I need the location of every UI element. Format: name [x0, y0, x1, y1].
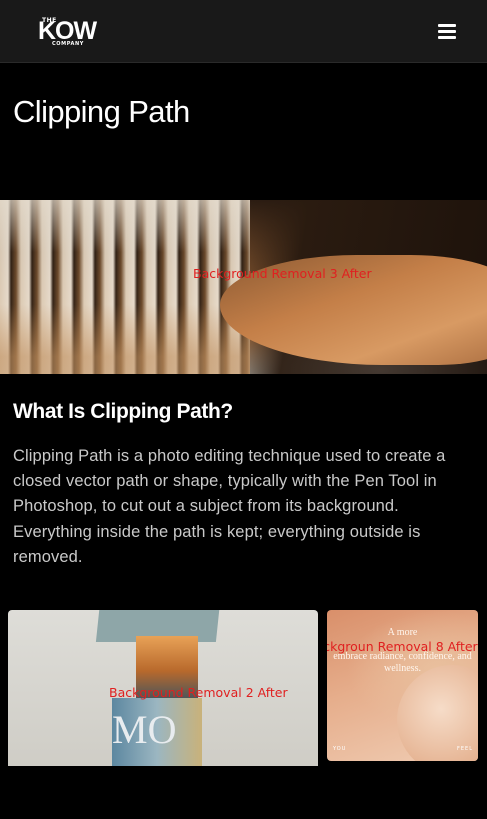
hero-stripes-overlay [0, 200, 250, 374]
page-title: Clipping Path [13, 94, 190, 129]
gallery-image-2-footer-left: YOU [333, 746, 347, 752]
section-description: Clipping Path is a photo editing techniq… [13, 447, 446, 566]
product-box-print: MO [112, 707, 177, 752]
logo-company: COMPANY [52, 41, 84, 47]
gallery-image-2[interactable]: A more embrace radiance, confidence, and… [327, 610, 478, 761]
menu-bar [438, 30, 456, 33]
hamburger-menu-icon[interactable] [436, 22, 458, 40]
gallery-image-2-tagline-2: embrace radiance, confidence, and wellne… [333, 651, 472, 674]
gallery-image-2-alt-text: Backgroun Removal 8 After [327, 639, 478, 654]
gallery-image-1[interactable]: MO Background Removal 2 After [8, 610, 318, 766]
gallery-image-2-tagline-1: A more [387, 627, 418, 638]
section-title: What Is Clipping Path? [13, 400, 233, 423]
hero-image: Background Removal 3 After [0, 200, 487, 374]
gallery-image-1-alt-text: Background Removal 2 After [109, 685, 288, 700]
menu-bar [438, 36, 456, 39]
hero-image-alt-text: Background Removal 3 After [193, 266, 372, 281]
gallery-image-2-footer-right: FEEL [457, 746, 473, 752]
company-logo[interactable]: THE KOW COMPANY [38, 15, 104, 49]
top-navigation-bar: THE KOW COMPANY [0, 0, 487, 63]
menu-bar [438, 24, 456, 27]
